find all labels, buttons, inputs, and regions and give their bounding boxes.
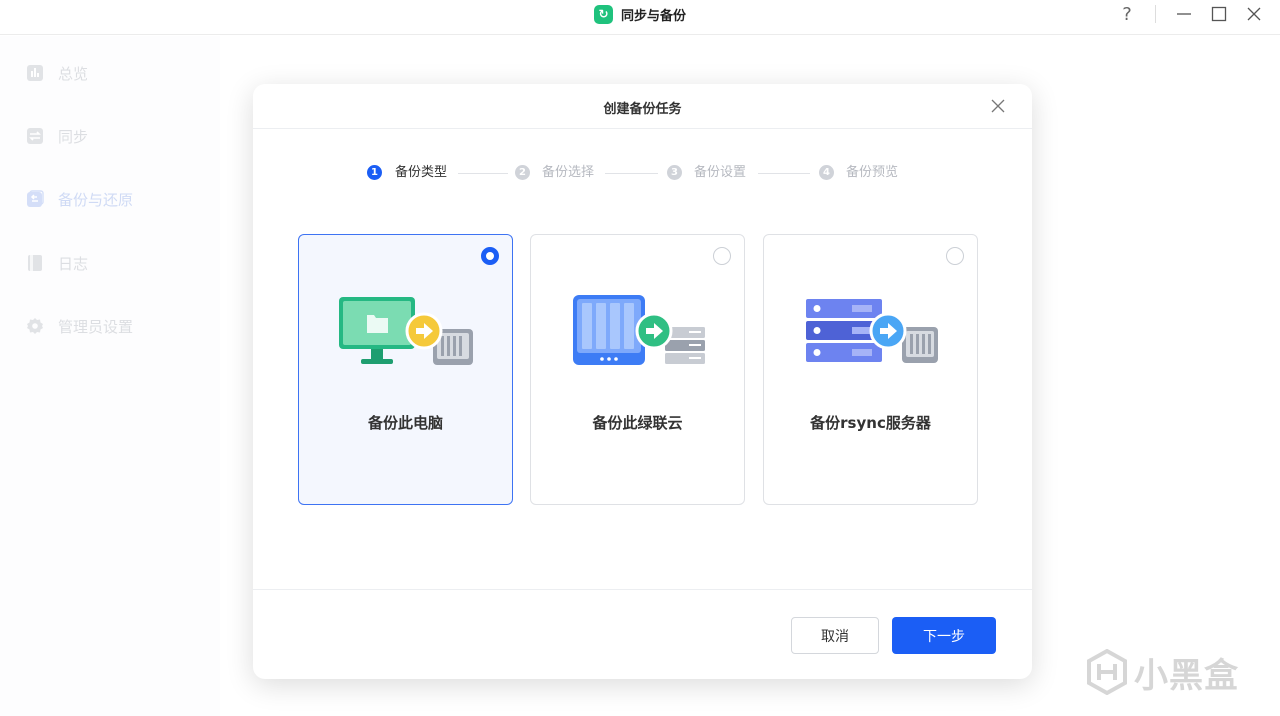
option-card-backup-ugreen-cloud[interactable]: 备份此绿联云	[530, 234, 745, 505]
step-number: 1	[367, 165, 382, 180]
maximize-button[interactable]	[1209, 4, 1229, 24]
radio-button[interactable]	[481, 247, 499, 265]
close-icon	[1247, 7, 1261, 21]
option-card-backup-pc[interactable]: 备份此电脑	[298, 234, 513, 505]
radio-button[interactable]	[946, 247, 964, 265]
step-label: 备份设置	[694, 165, 747, 180]
minimize-button[interactable]	[1174, 4, 1194, 24]
watermark-logo-icon	[1087, 649, 1127, 695]
watermark-text: 小黑盒	[1134, 655, 1239, 696]
option-card-backup-rsync[interactable]: 备份rsync服务器	[763, 234, 978, 505]
cancel-button[interactable]: 取消	[791, 617, 879, 654]
help-button[interactable]: ?	[1117, 4, 1137, 25]
step-connector	[605, 173, 658, 174]
step-label: 备份预览	[846, 165, 899, 180]
dialog-title: 创建备份任务	[603, 102, 682, 117]
nas-to-server-icon	[569, 293, 709, 373]
app-title-text: 同步与备份	[621, 8, 687, 24]
step-number: 4	[819, 165, 834, 180]
server-to-nas-icon	[802, 293, 942, 373]
step-number: 3	[667, 165, 682, 180]
next-step-button[interactable]: 下一步	[892, 617, 996, 654]
option-label: 备份rsync服务器	[810, 414, 931, 432]
dialog-close-button[interactable]	[986, 94, 1010, 118]
dialog-footer: 取消 下一步	[253, 589, 1032, 679]
maximize-icon	[1211, 6, 1227, 22]
step-label: 备份选择	[542, 165, 595, 180]
stepper: 1 备份类型 2 备份选择 3 备份设置 4 备份预览	[253, 164, 1032, 184]
radio-button[interactable]	[713, 247, 731, 265]
window-controls-divider	[1155, 5, 1156, 23]
window-close-button[interactable]	[1244, 4, 1264, 24]
title-bar: ↻ 同步与备份 ?	[0, 0, 1280, 35]
dialog-header: 创建备份任务	[253, 84, 1032, 129]
step-label: 备份类型	[395, 165, 448, 180]
close-icon	[991, 99, 1005, 113]
step-connector	[458, 173, 508, 174]
app-title: ↻ 同步与备份	[594, 4, 686, 24]
minimize-icon	[1177, 13, 1191, 15]
watermark: 小黑盒	[1086, 646, 1239, 698]
step-number: 2	[515, 165, 530, 180]
app-logo-icon: ↻	[594, 4, 613, 24]
step-connector	[758, 173, 810, 174]
computer-to-nas-icon	[337, 293, 477, 373]
create-backup-dialog: 创建备份任务 1 备份类型 2 备份选择 3 备份设置 4 备份预览 备份此电脑…	[253, 84, 1032, 679]
option-label: 备份此绿联云	[592, 414, 683, 432]
option-label: 备份此电脑	[367, 414, 443, 432]
